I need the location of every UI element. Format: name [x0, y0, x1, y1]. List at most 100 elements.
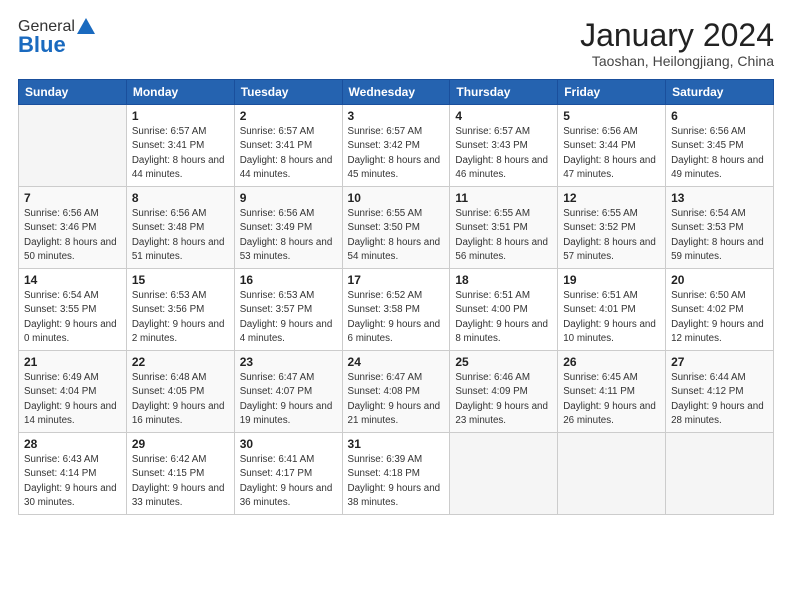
- calendar-day-header: Friday: [558, 80, 666, 105]
- day-info: Sunrise: 6:56 AMSunset: 3:48 PMDaylight:…: [132, 207, 229, 264]
- calendar-day-cell: 26 Sunrise: 6:45 AMSunset: 4:11 PMDayligh…: [558, 351, 666, 433]
- calendar-day-cell: 10 Sunrise: 6:55 AMSunset: 3:50 PMDayligh…: [342, 187, 450, 269]
- calendar-week-row: 14 Sunrise: 6:54 AMSunset: 3:55 PMDayligh…: [19, 269, 774, 351]
- day-info: Sunrise: 6:48 AMSunset: 4:05 PMDaylight:…: [132, 371, 229, 428]
- logo-triangle-icon: [77, 16, 95, 34]
- calendar-day-cell: 9 Sunrise: 6:56 AMSunset: 3:49 PMDaylight…: [234, 187, 342, 269]
- day-number: 3: [348, 109, 445, 123]
- day-info: Sunrise: 6:45 AMSunset: 4:11 PMDaylight:…: [563, 371, 660, 428]
- calendar: SundayMondayTuesdayWednesdayThursdayFrid…: [18, 79, 774, 515]
- calendar-day-cell: 27 Sunrise: 6:44 AMSunset: 4:12 PMDayligh…: [666, 351, 774, 433]
- day-info: Sunrise: 6:52 AMSunset: 3:58 PMDaylight:…: [348, 289, 445, 346]
- day-number: 5: [563, 109, 660, 123]
- day-number: 18: [455, 273, 552, 287]
- day-number: 4: [455, 109, 552, 123]
- day-number: 7: [24, 191, 121, 205]
- day-info: Sunrise: 6:54 AMSunset: 3:55 PMDaylight:…: [24, 289, 121, 346]
- day-number: 24: [348, 355, 445, 369]
- calendar-day-cell: 4 Sunrise: 6:57 AMSunset: 3:43 PMDaylight…: [450, 105, 558, 187]
- calendar-day-cell: 1 Sunrise: 6:57 AMSunset: 3:41 PMDaylight…: [126, 105, 234, 187]
- calendar-week-row: 7 Sunrise: 6:56 AMSunset: 3:46 PMDaylight…: [19, 187, 774, 269]
- day-number: 6: [671, 109, 768, 123]
- day-info: Sunrise: 6:56 AMSunset: 3:45 PMDaylight:…: [671, 125, 768, 182]
- header-right: January 2024 Taoshan, Heilongjiang, Chin…: [580, 18, 774, 69]
- day-number: 14: [24, 273, 121, 287]
- day-number: 13: [671, 191, 768, 205]
- calendar-week-row: 1 Sunrise: 6:57 AMSunset: 3:41 PMDaylight…: [19, 105, 774, 187]
- calendar-day-cell: 28 Sunrise: 6:43 AMSunset: 4:14 PMDayligh…: [19, 433, 127, 515]
- calendar-day-cell: 31 Sunrise: 6:39 AMSunset: 4:18 PMDayligh…: [342, 433, 450, 515]
- calendar-week-row: 21 Sunrise: 6:49 AMSunset: 4:04 PMDayligh…: [19, 351, 774, 433]
- day-info: Sunrise: 6:57 AMSunset: 3:41 PMDaylight:…: [240, 125, 337, 182]
- day-number: 23: [240, 355, 337, 369]
- day-info: Sunrise: 6:56 AMSunset: 3:46 PMDaylight:…: [24, 207, 121, 264]
- calendar-day-cell: 17 Sunrise: 6:52 AMSunset: 3:58 PMDayligh…: [342, 269, 450, 351]
- calendar-week-row: 28 Sunrise: 6:43 AMSunset: 4:14 PMDayligh…: [19, 433, 774, 515]
- calendar-day-header: Sunday: [19, 80, 127, 105]
- day-info: Sunrise: 6:55 AMSunset: 3:51 PMDaylight:…: [455, 207, 552, 264]
- day-info: Sunrise: 6:50 AMSunset: 4:02 PMDaylight:…: [671, 289, 768, 346]
- day-info: Sunrise: 6:41 AMSunset: 4:17 PMDaylight:…: [240, 453, 337, 510]
- day-info: Sunrise: 6:42 AMSunset: 4:15 PMDaylight:…: [132, 453, 229, 510]
- day-info: Sunrise: 6:56 AMSunset: 3:44 PMDaylight:…: [563, 125, 660, 182]
- calendar-day-header: Thursday: [450, 80, 558, 105]
- calendar-header-row: SundayMondayTuesdayWednesdayThursdayFrid…: [19, 80, 774, 105]
- calendar-day-cell: 6 Sunrise: 6:56 AMSunset: 3:45 PMDaylight…: [666, 105, 774, 187]
- day-info: Sunrise: 6:47 AMSunset: 4:08 PMDaylight:…: [348, 371, 445, 428]
- day-info: Sunrise: 6:49 AMSunset: 4:04 PMDaylight:…: [24, 371, 121, 428]
- day-number: 28: [24, 437, 121, 451]
- page: General Blue January 2024 Taoshan, Heilo…: [0, 0, 792, 612]
- calendar-day-header: Wednesday: [342, 80, 450, 105]
- day-info: Sunrise: 6:56 AMSunset: 3:49 PMDaylight:…: [240, 207, 337, 264]
- calendar-day-cell: 30 Sunrise: 6:41 AMSunset: 4:17 PMDayligh…: [234, 433, 342, 515]
- calendar-day-cell: 19Sunrise: 6:51 AMSunset: 4:01 PMDayligh…: [558, 269, 666, 351]
- day-info: Sunrise: 6:44 AMSunset: 4:12 PMDaylight:…: [671, 371, 768, 428]
- day-number: 8: [132, 191, 229, 205]
- calendar-day-cell: 11 Sunrise: 6:55 AMSunset: 3:51 PMDayligh…: [450, 187, 558, 269]
- day-number: 25: [455, 355, 552, 369]
- logo: General Blue: [18, 18, 95, 58]
- day-info: Sunrise: 6:55 AMSunset: 3:50 PMDaylight:…: [348, 207, 445, 264]
- day-info: Sunrise: 6:53 AMSunset: 3:56 PMDaylight:…: [132, 289, 229, 346]
- calendar-day-cell: 2 Sunrise: 6:57 AMSunset: 3:41 PMDaylight…: [234, 105, 342, 187]
- calendar-day-cell: 29 Sunrise: 6:42 AMSunset: 4:15 PMDayligh…: [126, 433, 234, 515]
- calendar-day-cell: [666, 433, 774, 515]
- calendar-day-cell: 20 Sunrise: 6:50 AMSunset: 4:02 PMDayligh…: [666, 269, 774, 351]
- day-info: Sunrise: 6:39 AMSunset: 4:18 PMDaylight:…: [348, 453, 445, 510]
- calendar-day-cell: 7 Sunrise: 6:56 AMSunset: 3:46 PMDaylight…: [19, 187, 127, 269]
- location: Taoshan, Heilongjiang, China: [580, 53, 774, 69]
- day-info: Sunrise: 6:57 AMSunset: 3:43 PMDaylight:…: [455, 125, 552, 182]
- day-number: 21: [24, 355, 121, 369]
- logo-blue-text: Blue: [18, 32, 66, 58]
- day-number: 30: [240, 437, 337, 451]
- calendar-day-cell: 3 Sunrise: 6:57 AMSunset: 3:42 PMDaylight…: [342, 105, 450, 187]
- calendar-day-cell: 25 Sunrise: 6:46 AMSunset: 4:09 PMDayligh…: [450, 351, 558, 433]
- day-info: Sunrise: 6:53 AMSunset: 3:57 PMDaylight:…: [240, 289, 337, 346]
- calendar-day-cell: 15 Sunrise: 6:53 AMSunset: 3:56 PMDayligh…: [126, 269, 234, 351]
- day-number: 17: [348, 273, 445, 287]
- day-number: 31: [348, 437, 445, 451]
- day-info: Sunrise: 6:46 AMSunset: 4:09 PMDaylight:…: [455, 371, 552, 428]
- day-info: Sunrise: 6:57 AMSunset: 3:41 PMDaylight:…: [132, 125, 229, 182]
- day-number: 11: [455, 191, 552, 205]
- calendar-day-cell: 18Sunrise: 6:51 AMSunset: 4:00 PMDayligh…: [450, 269, 558, 351]
- calendar-day-cell: 13 Sunrise: 6:54 AMSunset: 3:53 PMDayligh…: [666, 187, 774, 269]
- calendar-day-cell: 24 Sunrise: 6:47 AMSunset: 4:08 PMDayligh…: [342, 351, 450, 433]
- calendar-day-header: Tuesday: [234, 80, 342, 105]
- calendar-day-cell: 16Sunrise: 6:53 AMSunset: 3:57 PMDayligh…: [234, 269, 342, 351]
- header: General Blue January 2024 Taoshan, Heilo…: [18, 18, 774, 69]
- day-number: 20: [671, 273, 768, 287]
- day-info: Sunrise: 6:57 AMSunset: 3:42 PMDaylight:…: [348, 125, 445, 182]
- day-number: 15: [132, 273, 229, 287]
- calendar-day-cell: 12Sunrise: 6:55 AMSunset: 3:52 PMDayligh…: [558, 187, 666, 269]
- day-number: 29: [132, 437, 229, 451]
- day-info: Sunrise: 6:43 AMSunset: 4:14 PMDaylight:…: [24, 453, 121, 510]
- calendar-day-cell: 23Sunrise: 6:47 AMSunset: 4:07 PMDayligh…: [234, 351, 342, 433]
- day-number: 10: [348, 191, 445, 205]
- day-info: Sunrise: 6:54 AMSunset: 3:53 PMDaylight:…: [671, 207, 768, 264]
- day-number: 26: [563, 355, 660, 369]
- day-number: 9: [240, 191, 337, 205]
- day-number: 1: [132, 109, 229, 123]
- day-number: 2: [240, 109, 337, 123]
- day-number: 27: [671, 355, 768, 369]
